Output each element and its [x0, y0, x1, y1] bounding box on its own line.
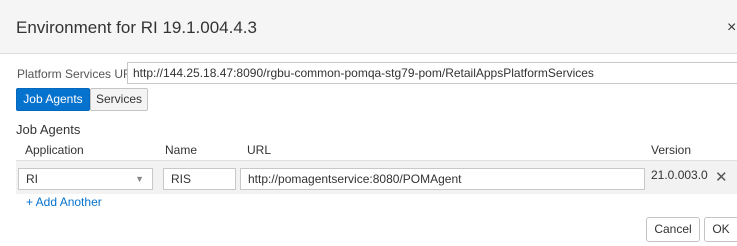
tab-job-agents[interactable]: Job Agents: [16, 88, 90, 111]
chevron-down-icon: ▼: [135, 174, 144, 184]
url-input[interactable]: http://pomagentservice:8080/POMAgent: [240, 168, 645, 190]
platform-services-url-label: Platform Services URL: [17, 67, 139, 81]
remove-row-icon[interactable]: ✕: [715, 170, 728, 185]
column-header-url: URL: [247, 143, 272, 157]
column-header-name: Name: [165, 143, 198, 157]
cancel-button[interactable]: Cancel: [646, 217, 700, 242]
add-another-link[interactable]: + Add Another: [26, 195, 102, 209]
column-header-version: Version: [651, 143, 692, 157]
environment-dialog: Environment for RI 19.1.004.4.3 × Platfo…: [0, 0, 737, 246]
application-select[interactable]: RI ▼: [18, 168, 153, 190]
dialog-header: Environment for RI 19.1.004.4.3 ×: [0, 0, 737, 54]
name-input[interactable]: RIS: [163, 168, 236, 190]
platform-services-url-input[interactable]: http://144.25.18.47:8090/rgbu-common-pom…: [127, 62, 737, 84]
column-header-application: Application: [25, 143, 84, 157]
dialog-title: Environment for RI 19.1.004.4.3: [16, 18, 257, 37]
ok-button[interactable]: OK: [704, 217, 737, 242]
application-select-value: RI: [26, 172, 38, 186]
close-icon[interactable]: ×: [727, 20, 736, 36]
tab-services[interactable]: Services: [90, 88, 148, 111]
job-agents-section-title: Job Agents: [16, 122, 81, 137]
version-value: 21.0.003.0: [651, 168, 708, 182]
